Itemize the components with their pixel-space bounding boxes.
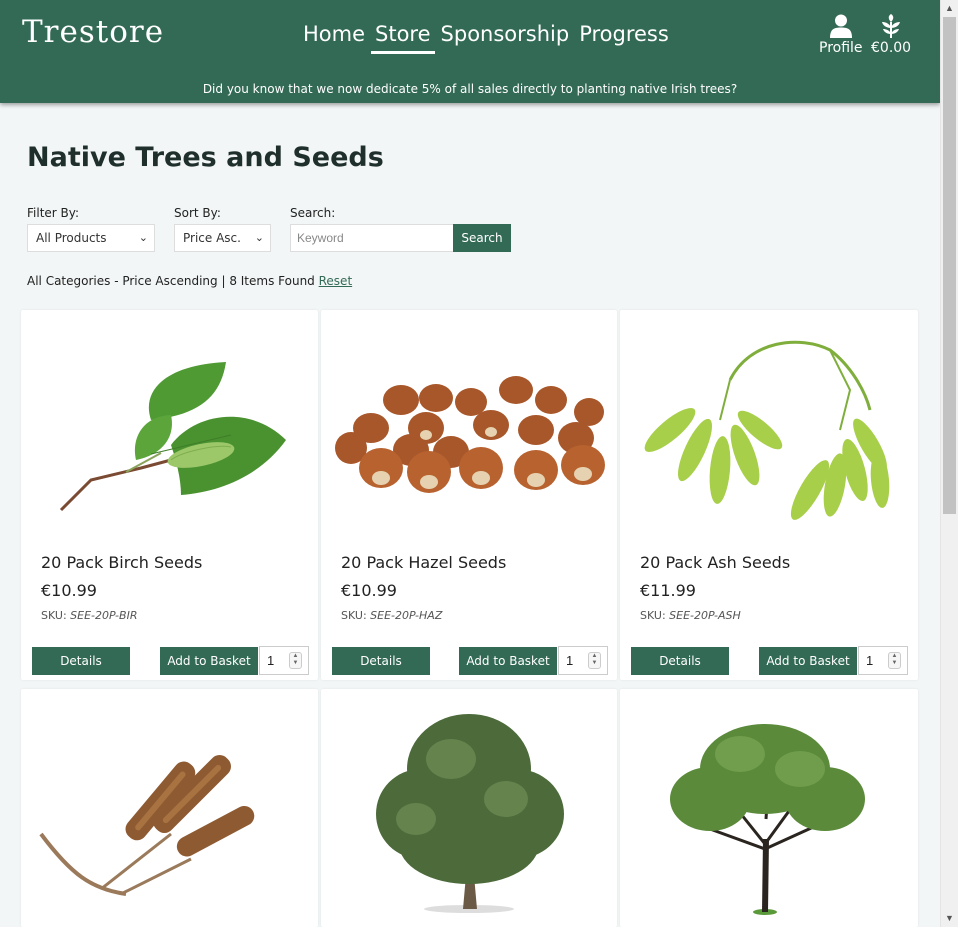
filter-select[interactable]: All Products ⌄: [27, 224, 155, 252]
filter-value: All Products: [36, 231, 107, 245]
quantity-stepper[interactable]: 1 ▲ ▼: [259, 646, 309, 675]
nav-store[interactable]: Store: [371, 22, 435, 54]
product-image[interactable]: [31, 699, 309, 927]
product-name: 20 Pack Hazel Seeds: [341, 553, 507, 572]
page-title: Native Trees and Seeds: [27, 142, 384, 173]
product-card: 20 Pack Hazel Seeds €10.99 SKU: SEE-20P-…: [321, 310, 617, 680]
quantity-value: 1: [267, 653, 275, 668]
basket-button[interactable]: €0.00: [871, 14, 911, 56]
sku-value: SEE-20P-HAZ: [370, 609, 443, 622]
user-icon: [829, 14, 852, 38]
basket-total: €0.00: [871, 40, 912, 56]
product-image[interactable]: [630, 699, 908, 927]
open-crown-tree-image: [670, 724, 865, 915]
search-input[interactable]: Keyword: [290, 224, 453, 252]
search-label: Search:: [290, 206, 336, 220]
product-sku: SKU: SEE-20P-HAZ: [341, 609, 442, 622]
add-to-basket-button[interactable]: Add to Basket: [160, 647, 258, 675]
sort-value: Price Asc.: [183, 231, 241, 245]
spinner-arrows-icon[interactable]: ▲ ▼: [588, 652, 601, 669]
scroll-up-arrow[interactable]: ▲: [941, 0, 958, 17]
ash-image: [644, 340, 890, 520]
alder-catkins-image: [39, 755, 255, 896]
product-price: €11.99: [640, 581, 696, 600]
sku-label: SKU:: [41, 609, 67, 622]
sku-value: SEE-20P-ASH: [669, 609, 741, 622]
details-button[interactable]: Details: [631, 647, 729, 675]
product-price: €10.99: [41, 581, 97, 600]
scroll-down-arrow[interactable]: ▼: [941, 910, 958, 927]
quantity-stepper[interactable]: 1 ▲ ▼: [558, 646, 608, 675]
nav-home[interactable]: Home: [303, 22, 365, 52]
sku-label: SKU:: [640, 609, 666, 622]
product-card: 20 Pack Birch Seeds €10.99 SKU: SEE-20P-…: [21, 310, 318, 680]
spinner-arrows-icon[interactable]: ▲ ▼: [289, 652, 302, 669]
promo-banner: Did you know that we now dedicate 5% of …: [202, 82, 738, 96]
product-image[interactable]: [331, 320, 609, 538]
product-name: 20 Pack Ash Seeds: [640, 553, 791, 572]
product-image[interactable]: [331, 699, 609, 927]
product-card: 20 Pack Ash Seeds €11.99 SKU: SEE-20P-AS…: [620, 310, 918, 680]
nav-progress[interactable]: Progress: [579, 22, 669, 52]
profile-label: Profile: [819, 40, 863, 56]
leaf-icon: [882, 14, 901, 38]
product-card: [321, 689, 617, 927]
details-button[interactable]: Details: [32, 647, 130, 675]
product-card: [21, 689, 318, 927]
product-sku: SKU: SEE-20P-BIR: [41, 609, 137, 622]
product-image[interactable]: [31, 320, 309, 538]
chevron-down-icon: ⌄: [138, 231, 148, 244]
profile-button[interactable]: Profile: [819, 14, 863, 56]
birch-image: [59, 362, 286, 512]
sort-select[interactable]: Price Asc. ⌄: [174, 224, 271, 252]
site-logo[interactable]: Trestore: [22, 14, 164, 50]
main-nav: Home Store Sponsorship Progress: [303, 22, 669, 54]
filter-label: Filter By:: [27, 206, 80, 220]
spinner-arrows-icon[interactable]: ▲ ▼: [888, 652, 901, 669]
quantity-value: 1: [866, 653, 874, 668]
product-price: €10.99: [341, 581, 397, 600]
chevron-down-icon: ⌄: [254, 231, 264, 244]
product-card: [620, 689, 918, 927]
quantity-value: 1: [566, 653, 574, 668]
sku-value: SEE-20P-BIR: [70, 609, 138, 622]
bushy-tree-image: [376, 714, 564, 913]
page-scrollbar[interactable]: ▲ ▼: [940, 0, 958, 927]
reset-link[interactable]: Reset: [319, 274, 353, 288]
site-header: Trestore Home Store Sponsorship Progress…: [0, 0, 940, 103]
hazel-image: [335, 376, 605, 493]
sort-label: Sort By:: [174, 206, 221, 220]
add-to-basket-button[interactable]: Add to Basket: [459, 647, 557, 675]
add-to-basket-button[interactable]: Add to Basket: [759, 647, 857, 675]
results-summary: All Categories - Price Ascending | 8 Ite…: [27, 274, 352, 288]
product-sku: SKU: SEE-20P-ASH: [640, 609, 741, 622]
results-text: All Categories - Price Ascending | 8 Ite…: [27, 274, 315, 288]
product-name: 20 Pack Birch Seeds: [41, 553, 203, 572]
nav-sponsorship[interactable]: Sponsorship: [441, 22, 570, 52]
product-image[interactable]: [630, 320, 908, 538]
sku-label: SKU:: [341, 609, 367, 622]
details-button[interactable]: Details: [332, 647, 430, 675]
scroll-thumb[interactable]: [943, 17, 956, 514]
search-button[interactable]: Search: [453, 224, 511, 252]
quantity-stepper[interactable]: 1 ▲ ▼: [858, 646, 908, 675]
